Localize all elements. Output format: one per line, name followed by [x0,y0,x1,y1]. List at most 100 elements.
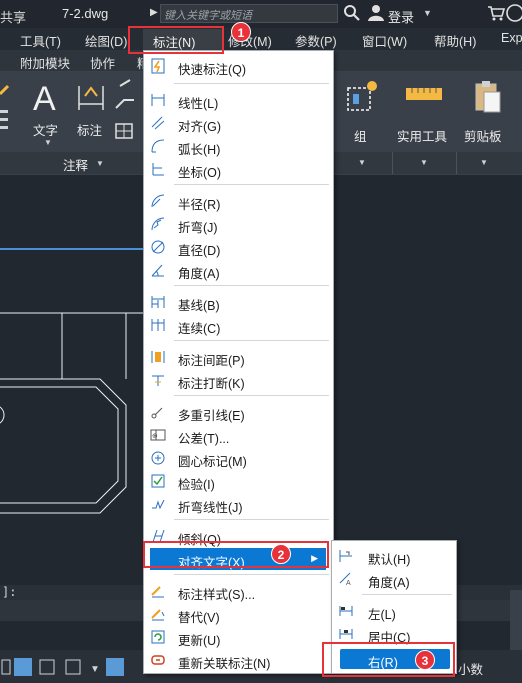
svg-text:A: A [346,580,351,587]
search-input[interactable]: 键入关键字或短语 [160,4,338,23]
tolerance-icon: ⊕ [150,429,166,441]
utilities-label: 实用工具 [397,130,448,144]
update-icon [151,630,165,644]
menu-item-baseline[interactable]: 基线(B) [144,291,333,313]
chevron-down-icon: ▼ [96,159,104,168]
menu-item-aligned-dim[interactable]: 对齐(G) [144,112,333,134]
menu-item-inspect[interactable]: 检验(I) [144,470,333,492]
clipboard-button[interactable]: 剪贴板 [460,80,516,150]
search-icon[interactable] [342,3,362,23]
annotation-panel-bar[interactable]: 注释 ▼ [0,152,143,174]
units-label[interactable]: 小数 [458,659,483,678]
submenu-item-left-justify[interactable]: 左(L) [332,600,456,622]
dim-tool-button[interactable]: 标注 [72,80,110,150]
menu-tools[interactable]: 工具(T) [20,31,61,50]
menu-item-label: 折弯(J) [178,221,218,235]
menu-item-label: 弧长(H) [178,143,221,157]
menu-bar: 工具(T) 绘图(D) 修改(M) 参数(P) 窗口(W) 帮助(H) Exp [0,28,522,50]
menu-item-override[interactable]: 替代(V) [144,603,333,625]
dim-space-icon [151,351,165,363]
menu-item-dim-style[interactable]: 标注样式(S)... [144,580,333,602]
chevron-right-icon[interactable]: ▶ [150,7,158,18]
menu-item-diameter[interactable]: 直径(D) [144,236,333,258]
menu-express[interactable]: Exp [501,31,522,45]
menu-item-update[interactable]: 更新(U) [144,626,333,648]
group-tool-label: 组 [354,130,367,144]
radius-icon [151,194,165,208]
diameter-icon [151,240,165,254]
menu-item-dim-space[interactable]: 标注间距(P) [144,346,333,368]
submenu-item-default-pos[interactable]: 默认(H) [332,545,456,567]
leader-table-icon[interactable] [112,78,142,144]
menu-separator [174,83,329,84]
dim-tool-label: 标注 [77,124,103,138]
document-title: 7-2.dwg [62,6,109,21]
chevron-down-icon[interactable]: ▼ [358,158,366,167]
chevron-down-icon[interactable]: ▼ [420,158,428,167]
angular-icon [151,264,164,277]
submenu-item-label: 角度(A) [368,576,410,590]
menu-item-angular[interactable]: 角度(A) [144,259,333,281]
tab-collaborate[interactable]: 协作 [90,53,115,72]
chevron-down-icon[interactable]: ▼ [480,158,488,167]
menu-item-label: 标注样式(S)... [178,588,256,602]
menu-item-arc-length[interactable]: 弧长(H) [144,135,333,157]
cart-icon[interactable] [486,3,506,23]
submenu-item-text-angle[interactable]: A 角度(A) [332,568,456,590]
group-icon [347,81,377,111]
multileader-icon [151,407,163,419]
menu-item-center-mark[interactable]: 圆心标记(M) [144,447,333,469]
menu-item-label: 替代(V) [178,611,220,625]
dimension-icon [78,86,104,110]
menu-separator [174,395,329,396]
panel-divider [456,152,457,174]
clipboard-label: 剪贴板 [464,130,502,144]
command-prompt: ]: [2,585,17,599]
menu-draw[interactable]: 绘图(D) [85,31,127,50]
menu-item-label: 基线(B) [178,299,220,313]
menu-item-reassociate[interactable]: 重新关联标注(N) [144,649,333,671]
menu-item-label: 折弯线性(J) [178,501,243,515]
menu-window[interactable]: 窗口(W) [362,31,407,50]
menu-item-tolerance[interactable]: ⊕ 公差(T)... [144,424,333,446]
menu-item-label: 线性(L) [178,97,219,111]
center-mark-icon [151,451,165,465]
menu-item-multileader[interactable]: 多重引线(E) [144,401,333,423]
utilities-button[interactable]: 实用工具 [394,80,454,150]
menu-item-label: 坐标(O) [178,166,222,180]
menu-separator [174,285,329,286]
tab-addins[interactable]: 附加模块 [20,53,70,72]
menu-item-label: 检验(I) [178,478,215,492]
menu-item-radius[interactable]: 半径(R) [144,190,333,212]
menu-item-dim-break[interactable]: 标注打断(K) [144,369,333,391]
dim-break-icon [152,375,164,386]
menu-item-label: 半径(R) [178,198,221,212]
share-button[interactable]: 共享 [0,7,26,26]
text-tool-button[interactable]: A 文字 ▼ [20,80,72,150]
menu-item-quick-dim[interactable]: 快速标注(Q) [144,55,333,77]
status-toggles[interactable]: ▼ [0,656,140,678]
help-icon[interactable] [505,3,522,23]
aligned-dim-icon [151,116,165,130]
menu-item-label: 公差(T)... [178,432,230,446]
svg-text:▼: ▼ [90,664,100,675]
login-button[interactable]: 登录 [388,7,414,26]
ordinate-icon [152,163,164,176]
center-justify-icon [339,629,353,639]
group-tool-button[interactable]: 组 [340,80,386,150]
menu-item-jogged[interactable]: 折弯(J) [144,213,333,235]
menu-item-jogged-linear[interactable]: 折弯线性(J) [144,493,333,515]
chevron-down-icon[interactable]: ▼ [423,8,432,18]
title-bar: 共享 7-2.dwg ▶ 键入关键字或短语 登录 ▼ [0,0,522,28]
inspect-icon [151,474,165,488]
menu-item-label: 多重引线(E) [178,409,245,423]
menu-item-linear-dim[interactable]: 线性(L) [144,89,333,111]
menu-parametric[interactable]: 参数(P) [295,31,337,50]
arc-length-icon [151,139,165,153]
linear-dim-icon [151,94,165,106]
menu-item-continue[interactable]: 连续(C) [144,314,333,336]
draw-tools-icon[interactable] [0,82,10,142]
user-icon[interactable] [366,3,386,23]
menu-help[interactable]: 帮助(H) [434,31,476,50]
menu-item-ordinate[interactable]: 坐标(O) [144,158,333,180]
